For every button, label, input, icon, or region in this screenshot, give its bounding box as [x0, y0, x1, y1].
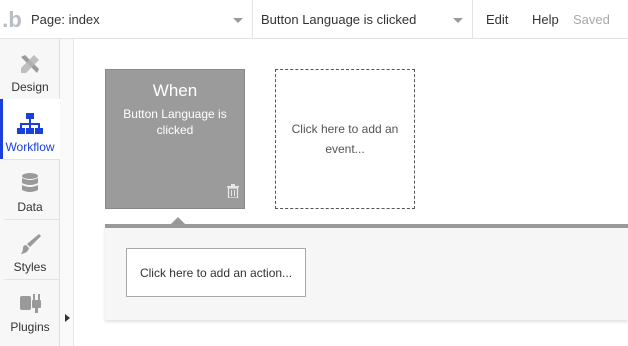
- sidebar-item-label: Data: [17, 200, 43, 214]
- saved-status: Saved: [573, 12, 610, 27]
- event-card[interactable]: When Button Language is clicked: [105, 69, 245, 209]
- top-bar: .b Page: index Button Language is clicke…: [0, 0, 628, 39]
- event-card-title: When: [152, 81, 198, 100]
- page-selector[interactable]: Page: index: [24, 0, 253, 39]
- workflow-selector[interactable]: Button Language is clicked: [253, 0, 473, 39]
- workflow-selector-label: Button Language is clicked: [261, 12, 417, 27]
- plug-icon: [20, 294, 41, 313]
- sidebar: Design Workflow Data Styles Plugins: [0, 39, 60, 346]
- expand-arrow-icon[interactable]: [65, 314, 70, 322]
- sidebar-item-plugins[interactable]: Plugins: [0, 279, 60, 339]
- workflow-icon: [17, 113, 43, 134]
- sidebar-item-workflow[interactable]: Workflow: [0, 99, 60, 159]
- sidebar-collapse-strip[interactable]: [60, 39, 74, 346]
- sidebar-item-label: Workflow: [5, 140, 55, 154]
- sidebar-item-design[interactable]: Design: [0, 39, 60, 99]
- chevron-down-icon: [233, 18, 243, 23]
- trash-icon[interactable]: [227, 184, 239, 203]
- page-selector-label: Page: index: [31, 12, 100, 27]
- menu-edit[interactable]: Edit: [486, 12, 508, 27]
- sidebar-item-label: Plugins: [10, 320, 50, 334]
- event-card-subtitle: Button Language is clicked: [123, 107, 227, 137]
- sidebar-item-styles[interactable]: Styles: [0, 219, 60, 279]
- sidebar-item-label: Styles: [13, 260, 47, 274]
- bubble-logo[interactable]: .b: [0, 0, 24, 39]
- menu-help[interactable]: Help: [532, 12, 559, 27]
- chevron-down-icon: [453, 18, 463, 23]
- brush-icon: [21, 234, 41, 254]
- selection-pointer: [171, 217, 185, 224]
- sidebar-item-label: Design: [11, 80, 49, 94]
- add-event-button[interactable]: Click here to add an event...: [275, 69, 415, 209]
- design-tools-icon: [21, 55, 39, 73]
- database-icon: [22, 173, 38, 192]
- logo-text: .b: [2, 6, 22, 32]
- sidebar-item-data[interactable]: Data: [0, 159, 60, 219]
- add-action-button[interactable]: Click here to add an action...: [126, 248, 306, 297]
